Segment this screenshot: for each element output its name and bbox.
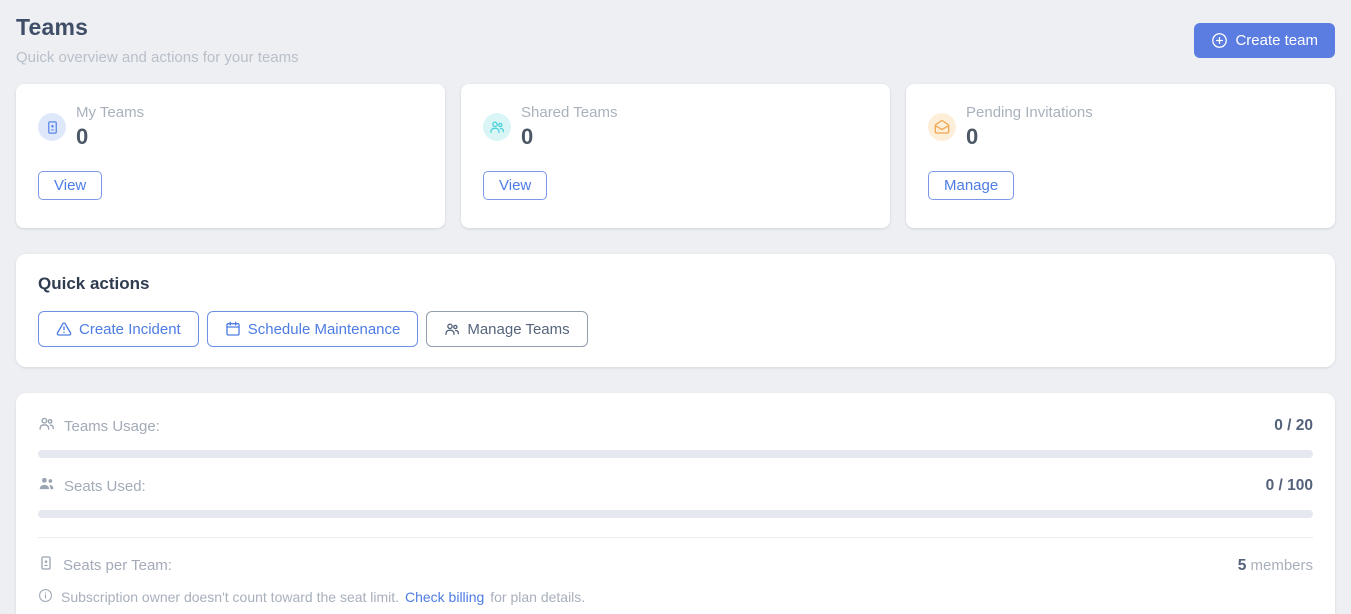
- create-team-button[interactable]: Create team: [1194, 23, 1335, 58]
- my-teams-card: My Teams 0 View: [16, 84, 445, 228]
- teams-usage-row: Teams Usage: 0 / 20: [38, 415, 1313, 437]
- warning-triangle-icon: [56, 321, 72, 337]
- id-badge-icon: [38, 555, 54, 576]
- shared-teams-card: Shared Teams 0 View: [461, 84, 890, 228]
- teams-usage-label: Teams Usage:: [64, 418, 160, 435]
- seats-used-row: Seats Used: 0 / 100: [38, 475, 1313, 497]
- users-icon: [444, 321, 460, 337]
- schedule-maintenance-label: Schedule Maintenance: [248, 321, 401, 338]
- seats-per-team-row: Seats per Team: 5 members: [38, 555, 1313, 576]
- schedule-maintenance-button[interactable]: Schedule Maintenance: [207, 311, 419, 347]
- usage-divider: [38, 537, 1313, 538]
- mail-open-icon: [928, 113, 956, 141]
- users-icon: [483, 113, 511, 141]
- pending-invitations-card: Pending Invitations 0 Manage: [906, 84, 1335, 228]
- seats-used-value: 0 / 100: [1266, 477, 1313, 495]
- page-subtitle: Quick overview and actions for your team…: [16, 49, 299, 66]
- seat-limit-note: Subscription owner doesn't count toward …: [38, 588, 1313, 606]
- quick-actions-row: Create Incident Schedule Maintenance Man…: [38, 311, 1313, 347]
- page-title: Teams: [16, 14, 299, 41]
- note-main-text: Subscription owner doesn't count toward …: [61, 589, 399, 605]
- note-suffix-text: for plan details.: [490, 589, 585, 605]
- users-filled-icon: [38, 475, 55, 497]
- usage-panel: Teams Usage: 0 / 20 Seats Used: 0 / 100: [16, 393, 1335, 614]
- stat-top: My Teams 0: [38, 104, 423, 150]
- seats-per-team-value-wrap: 5 members: [1238, 557, 1313, 575]
- seats-per-team-label: Seats per Team:: [63, 557, 172, 574]
- stat-label: Shared Teams: [521, 104, 617, 121]
- teams-page: Teams Quick overview and actions for you…: [0, 0, 1351, 614]
- manage-teams-label: Manage Teams: [467, 321, 569, 338]
- create-incident-label: Create Incident: [79, 321, 181, 338]
- id-badge-icon: [38, 113, 66, 141]
- calendar-icon: [225, 321, 241, 337]
- stat-top: Shared Teams 0: [483, 104, 868, 150]
- shared-teams-view-button[interactable]: View: [483, 171, 547, 200]
- create-incident-button[interactable]: Create Incident: [38, 311, 199, 347]
- pending-invitations-manage-button[interactable]: Manage: [928, 171, 1014, 200]
- users-outline-icon: [38, 415, 55, 437]
- manage-teams-button[interactable]: Manage Teams: [426, 311, 587, 347]
- stat-label: My Teams: [76, 104, 144, 121]
- page-title-block: Teams Quick overview and actions for you…: [16, 14, 299, 66]
- stats-cards-row: My Teams 0 View Shared Teams 0 View: [16, 84, 1335, 228]
- stat-top: Pending Invitations 0: [928, 104, 1313, 150]
- seats-used-label: Seats Used:: [64, 478, 146, 495]
- my-teams-view-button[interactable]: View: [38, 171, 102, 200]
- stat-value: 0: [521, 124, 617, 150]
- quick-actions-panel: Quick actions Create Incident Schedule M…: [16, 254, 1335, 367]
- seats-used-progress: [38, 510, 1313, 518]
- info-circle-icon: [38, 588, 53, 606]
- page-header: Teams Quick overview and actions for you…: [16, 14, 1335, 66]
- check-billing-link[interactable]: Check billing: [405, 589, 484, 605]
- seats-per-team-suffix: members: [1246, 557, 1313, 574]
- stat-label: Pending Invitations: [966, 104, 1093, 121]
- stat-value: 0: [966, 124, 1093, 150]
- quick-actions-heading: Quick actions: [38, 274, 1313, 294]
- stat-value: 0: [76, 124, 144, 150]
- plus-circle-icon: [1211, 32, 1228, 49]
- create-team-label: Create team: [1235, 32, 1318, 49]
- note-text: Subscription owner doesn't count toward …: [61, 589, 585, 605]
- teams-usage-progress: [38, 450, 1313, 458]
- teams-usage-value: 0 / 20: [1274, 417, 1313, 435]
